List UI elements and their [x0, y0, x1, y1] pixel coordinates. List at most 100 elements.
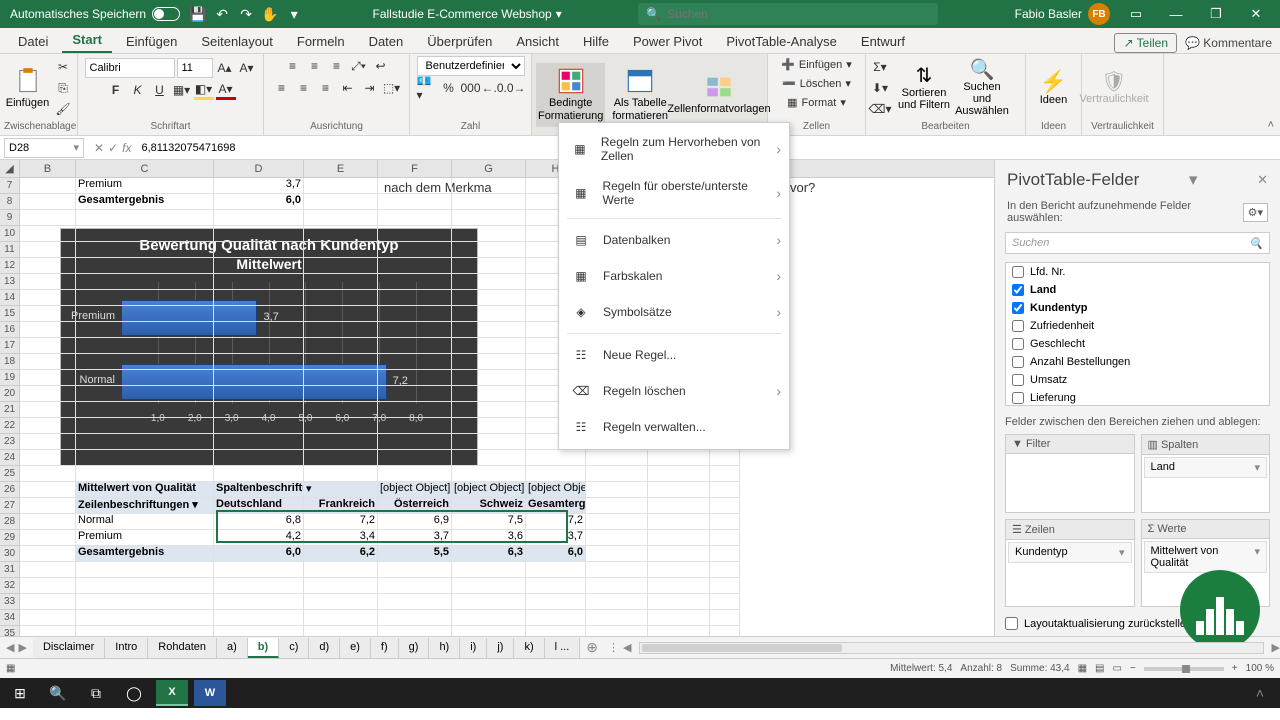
cell-K33[interactable] [586, 594, 648, 610]
row-header-14[interactable]: 14 [0, 290, 20, 306]
cell-D13[interactable] [214, 274, 304, 290]
cell-D14[interactable] [214, 290, 304, 306]
cell-E33[interactable] [304, 594, 378, 610]
comments-button[interactable]: 💬 Kommentare [1185, 36, 1272, 50]
field-checkbox[interactable] [1012, 356, 1024, 368]
cell-L33[interactable] [648, 594, 710, 610]
cell-G22[interactable] [452, 418, 526, 434]
cell-H30[interactable]: 6,0 [526, 546, 586, 562]
cell-D16[interactable] [214, 322, 304, 338]
cell-C11[interactable] [76, 242, 214, 258]
cell-D28[interactable]: 6,8 [214, 514, 304, 530]
cell-D25[interactable] [214, 466, 304, 482]
row-header-8[interactable]: 8 [0, 194, 20, 210]
tab-pivottableanalyse[interactable]: PivotTable-Analyse [716, 30, 847, 53]
redo-icon[interactable]: ↷ [237, 5, 255, 23]
fx-icon[interactable]: fx [122, 141, 131, 155]
cell-L28[interactable] [648, 514, 710, 530]
cell-M31[interactable] [710, 562, 740, 578]
cell-G8[interactable] [452, 194, 526, 210]
cell-B17[interactable] [20, 338, 76, 354]
cell-B21[interactable] [20, 402, 76, 418]
zoom-slider[interactable] [1144, 667, 1224, 671]
cell-M27[interactable] [710, 498, 740, 514]
cell-D11[interactable] [214, 242, 304, 258]
autosum-icon[interactable]: Σ▾ [870, 57, 890, 77]
cell-D26[interactable]: Spaltenbeschriftungen [214, 482, 304, 498]
cell-D19[interactable] [214, 370, 304, 386]
tab-datei[interactable]: Datei [8, 30, 58, 53]
horizontal-scrollbar[interactable] [639, 642, 1263, 654]
start-button[interactable]: ⊞ [4, 680, 36, 706]
cell-F27[interactable]: Österreich [378, 498, 452, 514]
cell-C27[interactable]: Zeilenbeschriftungen ▾ [76, 498, 214, 514]
cell-G32[interactable] [452, 578, 526, 594]
cell-C19[interactable] [76, 370, 214, 386]
cell-C22[interactable] [76, 418, 214, 434]
cell-G17[interactable] [452, 338, 526, 354]
qat-more-icon[interactable]: ▾ [285, 5, 303, 23]
pane-menu-icon[interactable]: ▾ [1189, 170, 1198, 190]
cell-F10[interactable] [378, 226, 452, 242]
cell-L25[interactable] [648, 466, 710, 482]
cut-icon[interactable]: ✂ [53, 57, 73, 77]
row-header-11[interactable]: 11 [0, 242, 20, 258]
cell-C25[interactable] [76, 466, 214, 482]
cell-F30[interactable]: 5,5 [378, 546, 452, 562]
rows-zone[interactable]: ☰ ZeilenKundentyp [1005, 519, 1135, 608]
cell-C8[interactable]: Gesamtergebnis [76, 194, 214, 210]
cell-F16[interactable] [378, 322, 452, 338]
cell-F33[interactable] [378, 594, 452, 610]
cell-H28[interactable]: 7,2 [526, 514, 586, 530]
cell-K29[interactable] [586, 530, 648, 546]
row-header-15[interactable]: 15 [0, 306, 20, 322]
close-pane-icon[interactable]: ✕ [1257, 172, 1268, 188]
wrap-text-icon[interactable]: ↩ [371, 56, 391, 76]
cell-B25[interactable] [20, 466, 76, 482]
sheet-tab-j[interactable]: j) [487, 638, 514, 658]
cell-E31[interactable] [304, 562, 378, 578]
tab-daten[interactable]: Daten [359, 30, 414, 53]
comma-icon[interactable]: 000 [461, 78, 481, 98]
cell-B20[interactable] [20, 386, 76, 402]
cell-F12[interactable] [378, 258, 452, 274]
cell-L27[interactable] [648, 498, 710, 514]
cell-H25[interactable] [526, 466, 586, 482]
cell-G33[interactable] [452, 594, 526, 610]
find-select-button[interactable]: 🔍 Suchen und Auswählen [954, 56, 1010, 120]
cell-F11[interactable] [378, 242, 452, 258]
number-format-select[interactable]: Benutzerdefiniert [417, 56, 525, 76]
cell-D35[interactable] [214, 626, 304, 636]
clear-icon[interactable]: ⌫▾ [870, 99, 890, 119]
cell-L29[interactable] [648, 530, 710, 546]
format-as-table-button[interactable]: Als Tabelle formatieren [607, 63, 673, 127]
share-button[interactable]: ↗ Teilen [1114, 33, 1177, 53]
cell-M34[interactable] [710, 610, 740, 626]
cell-F9[interactable] [378, 210, 452, 226]
cell-E35[interactable] [304, 626, 378, 636]
field-checkbox[interactable] [1012, 338, 1024, 350]
field-kundentyp[interactable]: Kundentyp [1006, 299, 1269, 317]
row-header-7[interactable]: 7 [0, 178, 20, 194]
col-header-F[interactable]: F [378, 160, 452, 177]
excel-taskbar-button[interactable]: X [156, 680, 188, 706]
menu-manage-rules[interactable]: ☷Regeln verwalten... [559, 409, 789, 445]
sheet-tab-l[interactable]: l ... [545, 638, 581, 658]
search-box[interactable]: 🔍 [638, 3, 938, 25]
cell-G21[interactable] [452, 402, 526, 418]
row-header-17[interactable]: 17 [0, 338, 20, 354]
cell-B31[interactable] [20, 562, 76, 578]
cell-F29[interactable]: 3,7 [378, 530, 452, 546]
cell-G7[interactable] [452, 178, 526, 194]
cell-F14[interactable] [378, 290, 452, 306]
row-header-18[interactable]: 18 [0, 354, 20, 370]
name-box[interactable]: D28▾ [4, 138, 84, 158]
sheet-tab-k[interactable]: k) [514, 638, 544, 658]
field-zufriedenheit[interactable]: Zufriedenheit [1006, 317, 1269, 335]
ideas-button[interactable]: ⚡Ideen [1030, 56, 1077, 120]
touch-icon[interactable]: ✋ [261, 5, 279, 23]
cell-G28[interactable]: 7,5 [452, 514, 526, 530]
cell-E23[interactable] [304, 434, 378, 450]
undo-icon[interactable]: ↶ [213, 5, 231, 23]
cell-M26[interactable] [710, 482, 740, 498]
